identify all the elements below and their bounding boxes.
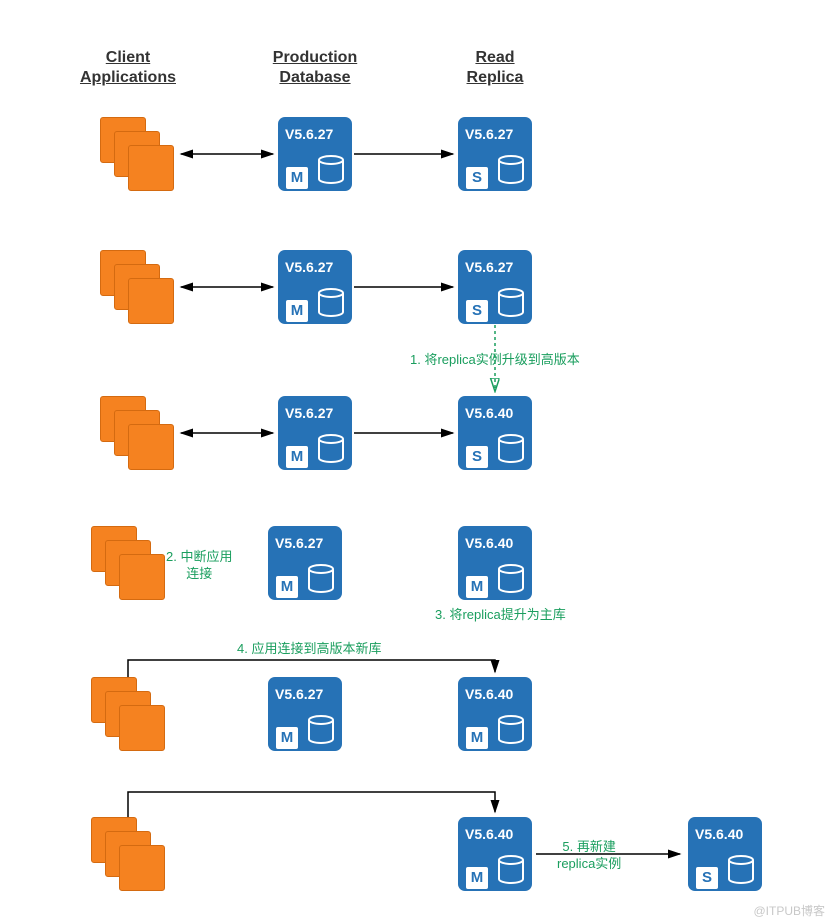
db-version: V5.6.27 bbox=[465, 259, 513, 275]
cylinder-icon bbox=[498, 715, 526, 747]
db-version: V5.6.40 bbox=[695, 826, 743, 842]
db-role-master: M bbox=[276, 576, 298, 598]
client-stack-icon bbox=[91, 817, 165, 891]
db-role-master: M bbox=[466, 867, 488, 889]
production-db-icon: V5.6.27 M bbox=[278, 117, 352, 191]
cylinder-icon bbox=[498, 855, 526, 887]
db-role-slave: S bbox=[466, 446, 488, 468]
note-3: 3. 将replica提升为主库 bbox=[435, 606, 566, 623]
cylinder-icon bbox=[308, 715, 336, 747]
replica-db-icon: V5.6.40 M bbox=[458, 817, 532, 891]
header-production: Production Database bbox=[262, 48, 368, 88]
production-db-icon: V5.6.27 M bbox=[278, 250, 352, 324]
db-version: V5.6.27 bbox=[285, 405, 333, 421]
cylinder-icon bbox=[498, 288, 526, 320]
note-1: 1. 将replica实例升级到高版本 bbox=[410, 351, 580, 368]
db-version: V5.6.27 bbox=[465, 126, 513, 142]
replica-db-icon: V5.6.40 M bbox=[458, 677, 532, 751]
replica-db-icon: V5.6.27 S bbox=[458, 250, 532, 324]
production-db-icon: V5.6.27 M bbox=[268, 677, 342, 751]
header-replica: Read Replica bbox=[455, 48, 535, 88]
cylinder-icon bbox=[498, 564, 526, 596]
client-stack-icon bbox=[91, 677, 165, 751]
replica-db-icon: V5.6.27 S bbox=[458, 117, 532, 191]
note-5: 5. 再新建 replica实例 bbox=[557, 838, 621, 872]
db-role-master: M bbox=[286, 446, 308, 468]
db-role-master: M bbox=[276, 727, 298, 749]
watermark: @ITPUB博客 bbox=[753, 902, 825, 919]
cylinder-icon bbox=[498, 434, 526, 466]
db-role-master: M bbox=[466, 576, 488, 598]
client-stack-icon bbox=[100, 117, 174, 191]
db-version: V5.6.40 bbox=[465, 686, 513, 702]
db-role-master: M bbox=[286, 167, 308, 189]
client-stack-icon bbox=[91, 526, 165, 600]
db-version: V5.6.40 bbox=[465, 826, 513, 842]
db-role-slave: S bbox=[466, 167, 488, 189]
db-version: V5.6.27 bbox=[285, 126, 333, 142]
header-client: Client Applications bbox=[78, 48, 178, 88]
cylinder-icon bbox=[498, 155, 526, 187]
db-version: V5.6.40 bbox=[465, 535, 513, 551]
db-version: V5.6.40 bbox=[465, 405, 513, 421]
db-role-master: M bbox=[286, 300, 308, 322]
client-stack-icon bbox=[100, 396, 174, 470]
cylinder-icon bbox=[308, 564, 336, 596]
db-role-slave: S bbox=[696, 867, 718, 889]
db-version: V5.6.27 bbox=[285, 259, 333, 275]
cylinder-icon bbox=[318, 288, 346, 320]
cylinder-icon bbox=[318, 434, 346, 466]
db-role-slave: S bbox=[466, 300, 488, 322]
production-db-icon: V5.6.27 M bbox=[268, 526, 342, 600]
client-stack-icon bbox=[100, 250, 174, 324]
replica-db-icon: V5.6.40 M bbox=[458, 526, 532, 600]
note-4: 4. 应用连接到高版本新库 bbox=[237, 640, 381, 657]
new-replica-db-icon: V5.6.40 S bbox=[688, 817, 762, 891]
db-version: V5.6.27 bbox=[275, 686, 323, 702]
cylinder-icon bbox=[728, 855, 756, 887]
production-db-icon: V5.6.27 M bbox=[278, 396, 352, 470]
cylinder-icon bbox=[318, 155, 346, 187]
db-role-master: M bbox=[466, 727, 488, 749]
replica-db-icon: V5.6.40 S bbox=[458, 396, 532, 470]
db-version: V5.6.27 bbox=[275, 535, 323, 551]
note-2: 2. 中断应用 连接 bbox=[166, 548, 232, 582]
